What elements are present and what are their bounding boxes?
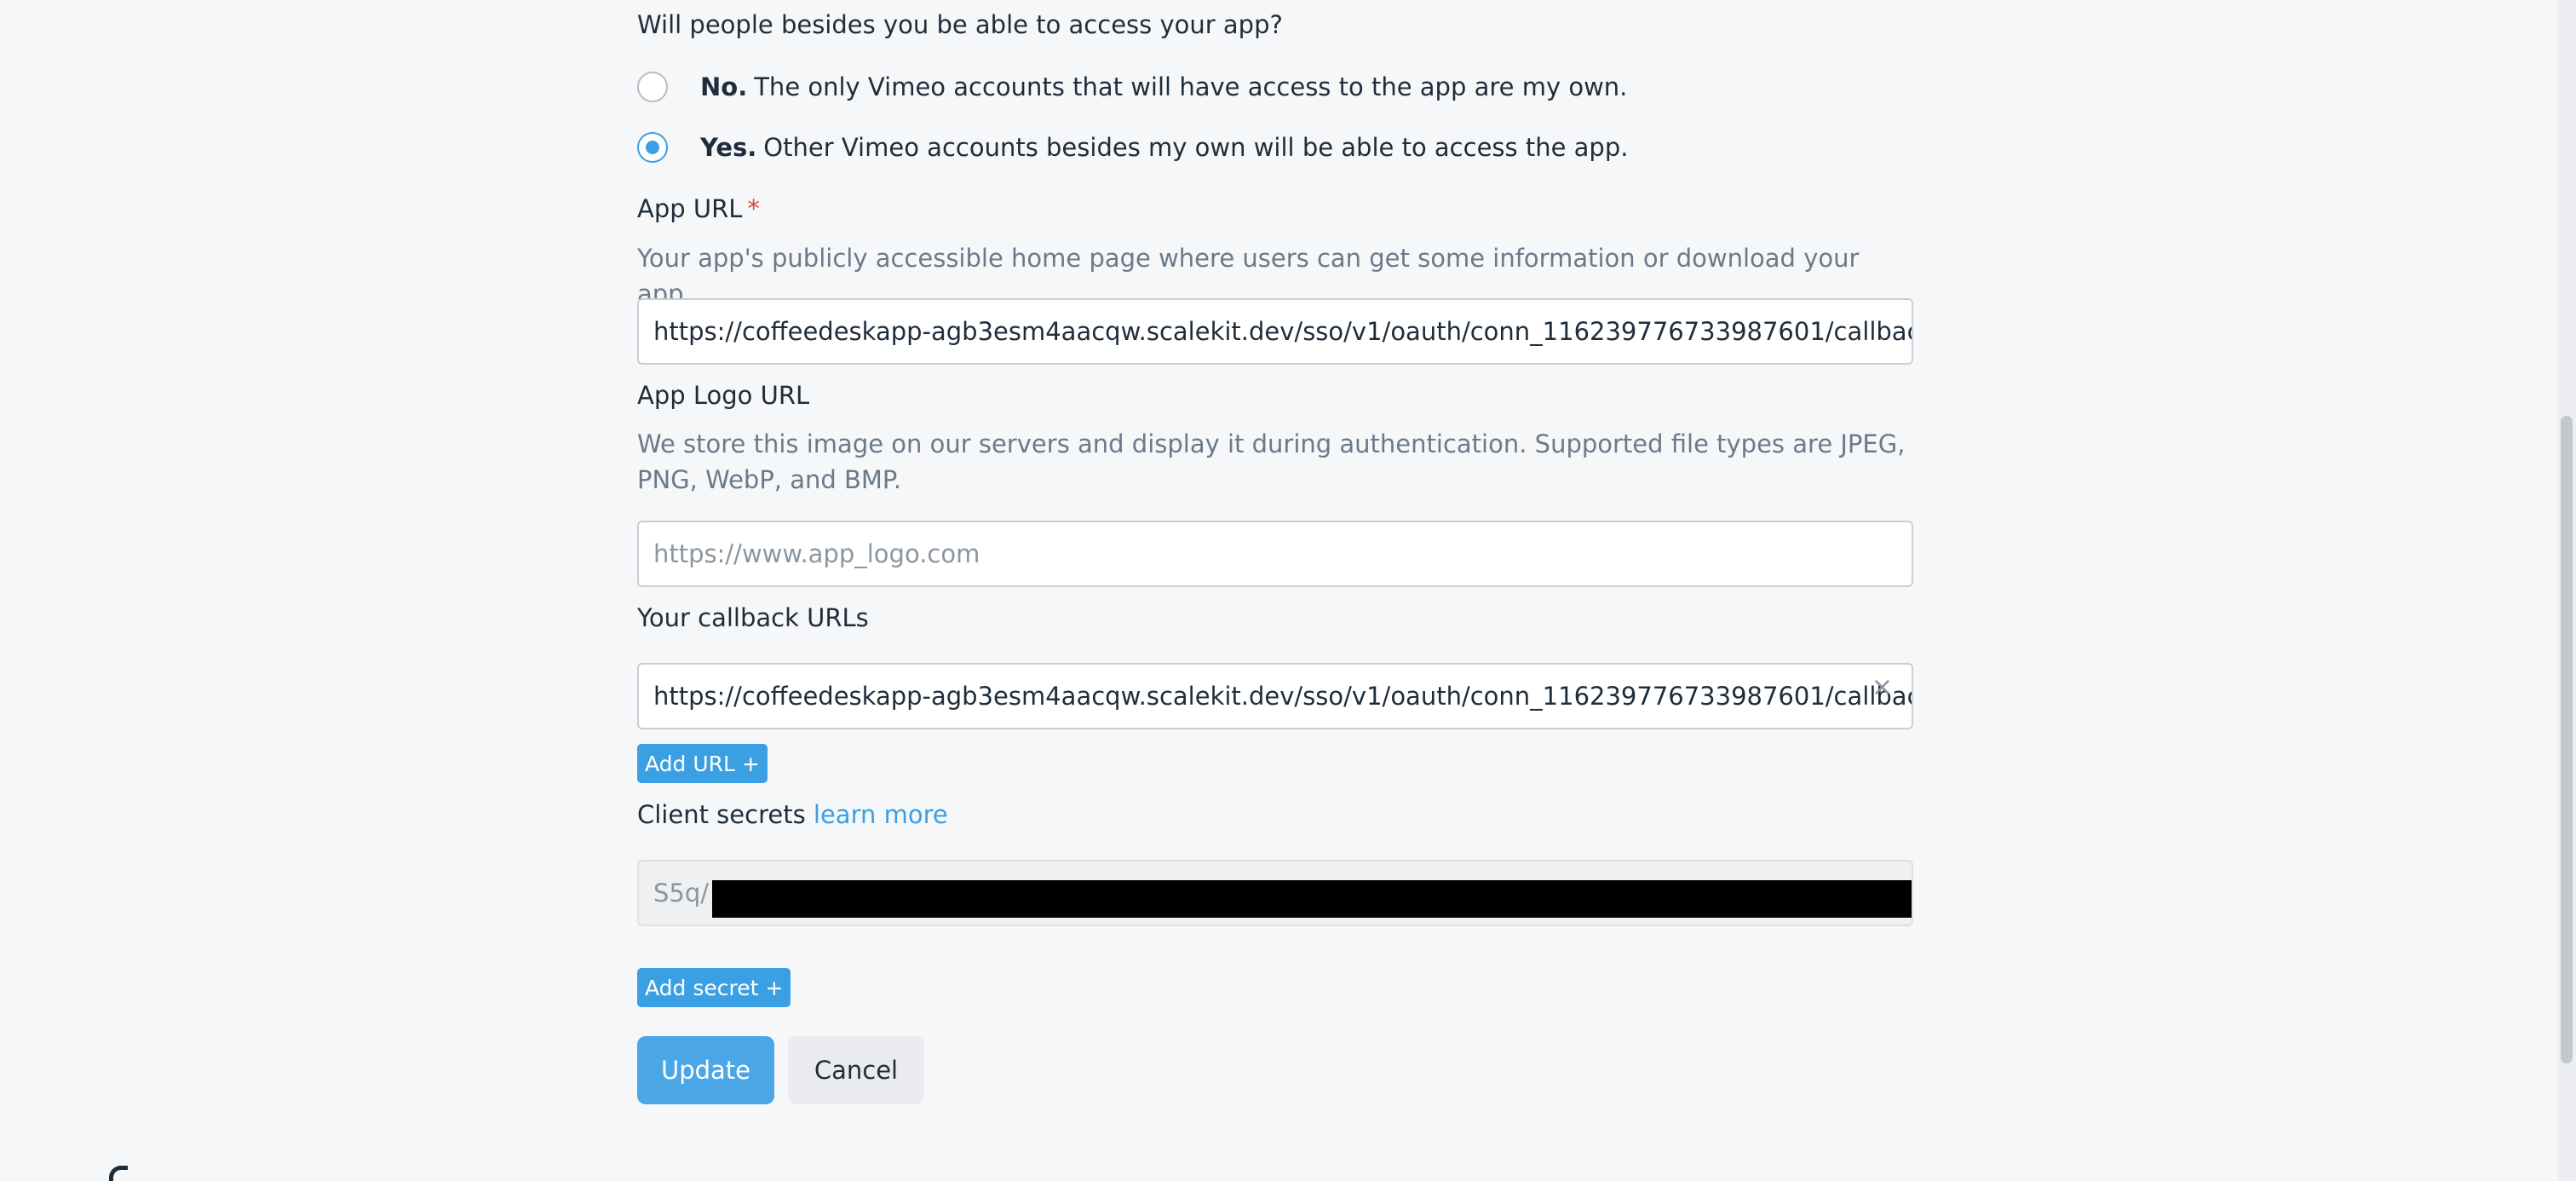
callback-url-value: https://coffeedeskapp-agb3esm4aacqw.scal… — [653, 682, 1913, 711]
scrollbar-thumb[interactable] — [2561, 416, 2573, 1063]
close-icon[interactable]: × — [1872, 675, 1893, 700]
app-url-input[interactable]: https://coffeedeskapp-agb3esm4aacqw.scal… — [637, 298, 1913, 365]
client-secrets-label: Client secrets learn more — [637, 800, 948, 829]
access-option-yes-text: Other Vimeo accounts besides my own will… — [763, 133, 1629, 162]
access-option-no[interactable]: No. The only Vimeo accounts that will hav… — [637, 72, 1627, 102]
app-logo-url-placeholder: https://www.app_logo.com — [653, 539, 980, 568]
app-logo-url-input[interactable]: https://www.app_logo.com — [637, 521, 1913, 587]
access-option-no-bold: No. — [700, 72, 748, 101]
access-option-yes[interactable]: Yes. Other Vimeo accounts besides my own … — [637, 132, 1628, 163]
app-url-label: App URL * — [637, 194, 760, 223]
add-url-button[interactable]: Add URL + — [637, 744, 768, 783]
partial-logo — [109, 1166, 128, 1181]
redacted-secret — [712, 880, 1912, 918]
app-url-label-text: App URL — [637, 194, 743, 223]
learn-more-link[interactable]: learn more — [814, 800, 948, 829]
app-settings-page: Will people besides you be able to acces… — [0, 0, 2576, 1181]
app-url-value: https://coffeedeskapp-agb3esm4aacqw.scal… — [653, 317, 1913, 346]
cancel-button[interactable]: Cancel — [788, 1036, 924, 1104]
radio-yes[interactable] — [637, 132, 668, 163]
access-option-yes-bold: Yes. — [700, 133, 757, 162]
access-option-no-text: The only Vimeo accounts that will have a… — [754, 72, 1628, 101]
app-logo-url-label: App Logo URL — [637, 381, 810, 410]
add-secret-button[interactable]: Add secret + — [637, 968, 791, 1007]
access-option-yes-label: Yes. Other Vimeo accounts besides my own … — [700, 133, 1628, 162]
client-secrets-label-text: Client secrets — [637, 800, 806, 829]
callback-urls-label: Your callback URLs — [637, 603, 869, 632]
radio-no[interactable] — [637, 72, 668, 102]
required-asterisk: * — [747, 194, 760, 223]
access-question: Will people besides you be able to acces… — [637, 10, 1283, 39]
client-secret-field: S5q/ — [637, 860, 1913, 926]
access-option-no-label: No. The only Vimeo accounts that will hav… — [700, 72, 1627, 101]
callback-url-input[interactable]: https://coffeedeskapp-agb3esm4aacqw.scal… — [637, 663, 1913, 729]
app-logo-url-help: We store this image on our servers and d… — [637, 429, 1906, 494]
client-secret-prefix: S5q/ — [653, 879, 710, 907]
update-button[interactable]: Update — [637, 1036, 774, 1104]
